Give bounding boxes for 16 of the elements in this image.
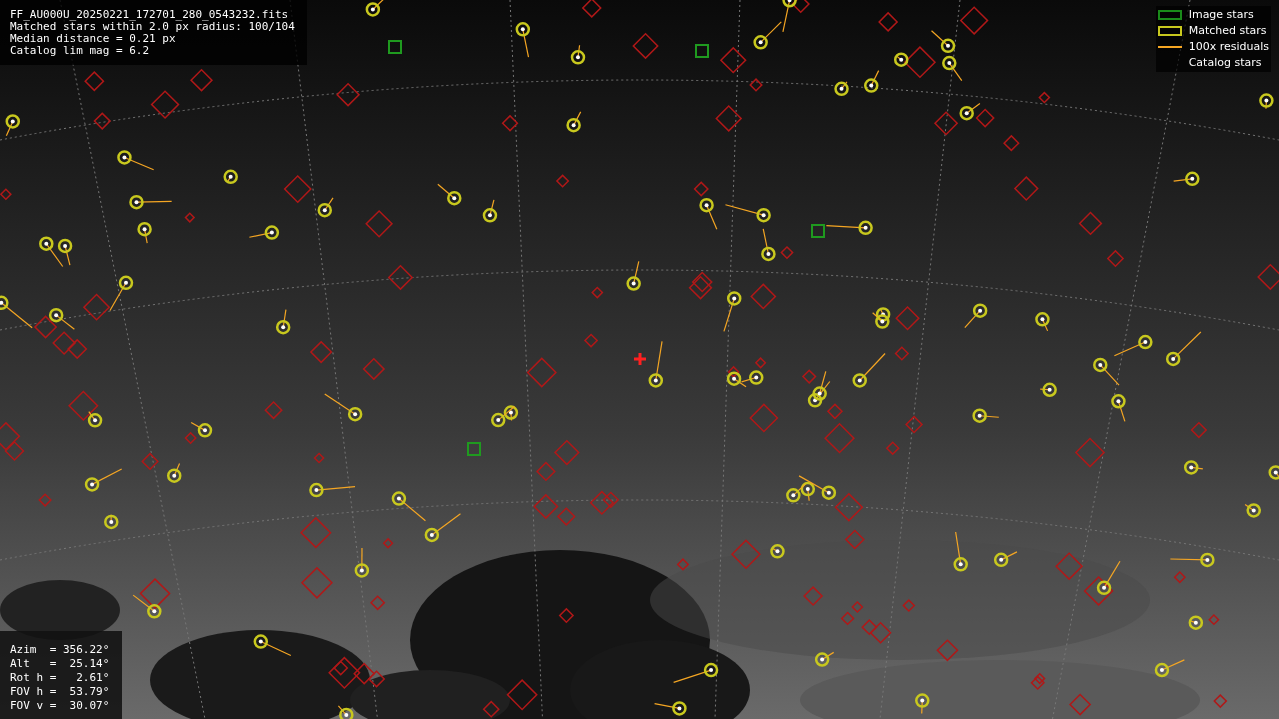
info-line: FF_AU000U_20250221_172701_280_0543232.fits (10, 9, 290, 21)
residual-line-icon (1157, 46, 1182, 48)
image-star-box-icon (1157, 10, 1182, 20)
pointing-line: Rot h = 2.61° (10, 671, 111, 685)
info-line: Median distance = 0.21 px (10, 33, 177, 45)
legend-label: 100x residuals (1188, 40, 1269, 54)
info-line: Matched stars within 2.0 px radius: 100/104 (10, 21, 295, 33)
pointing-line: Azim = 356.22° (10, 643, 111, 657)
pointing-line: FOV h = 53.79° (10, 685, 111, 699)
info-line: Catalog lim mag = 6.2 (10, 45, 151, 57)
matched-star-box-icon (1157, 26, 1182, 36)
legend-label: Image stars (1188, 8, 1254, 22)
pointing-line: Alt = 25.14° (10, 657, 111, 671)
pointing-line: FOV v = 30.07° (10, 699, 111, 713)
legend-label: Catalog stars (1188, 56, 1262, 70)
legend-label: Matched stars (1188, 24, 1267, 38)
